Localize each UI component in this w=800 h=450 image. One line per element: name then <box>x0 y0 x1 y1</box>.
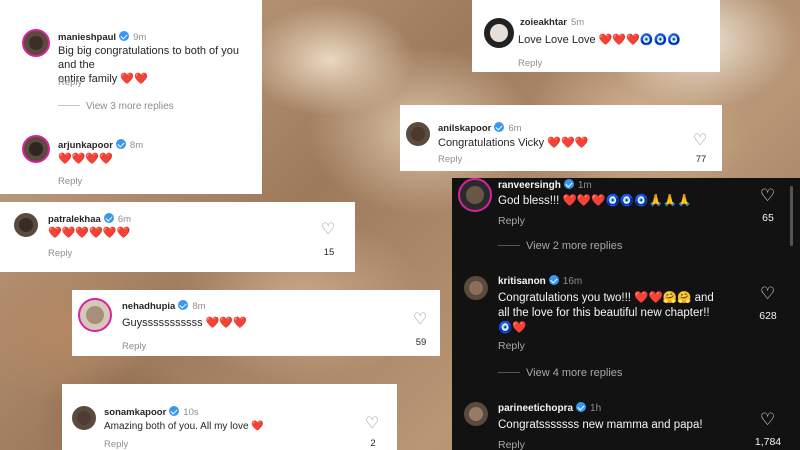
verified-badge-icon <box>494 122 505 132</box>
avatar[interactable] <box>462 400 490 428</box>
avatar[interactable] <box>482 16 516 50</box>
comment-time: 8m <box>192 301 206 312</box>
verified-badge-icon <box>178 300 189 310</box>
verified-badge-icon <box>119 31 130 41</box>
like-count: 59 <box>415 337 427 348</box>
avatar[interactable] <box>12 211 40 239</box>
comment-username[interactable]: kritisanon 16m <box>498 275 582 287</box>
avatar[interactable] <box>22 135 50 163</box>
reply-button[interactable]: Reply <box>58 176 82 187</box>
comment-text-line: Big big congratulations to both of you a… <box>58 45 240 71</box>
comment-text: ❤️❤️❤️❤️❤️❤️ <box>48 227 131 239</box>
view-more-replies-button[interactable]: View 2 more replies <box>498 240 622 252</box>
verified-badge-icon <box>103 213 114 223</box>
heart-outline-icon[interactable]: ♡ <box>760 411 775 428</box>
heart-outline-icon[interactable]: ♡ <box>321 222 335 238</box>
view-more-replies-button[interactable]: View 3 more replies <box>58 101 174 112</box>
comment-username[interactable]: parineetichopra 1h <box>498 402 601 414</box>
heart-outline-icon[interactable]: ♡ <box>365 416 379 432</box>
comment-username[interactable]: zoieakhtar 5m <box>520 17 584 28</box>
divider-line <box>58 105 80 106</box>
comment-card-nehadhupia: nehadhupia 8m Guysssssssssss ❤️❤️❤️ Reply… <box>72 290 440 356</box>
avatar[interactable] <box>78 298 112 332</box>
comment-text: Congratsssssss new mamma and papa! <box>498 419 703 431</box>
comment-time: 6m <box>508 123 522 134</box>
heart-outline-icon[interactable]: ♡ <box>413 312 427 328</box>
verified-badge-icon <box>548 275 559 285</box>
comment-time: 6m <box>117 214 132 225</box>
comment-text: Big big congratulations to both of you a… <box>58 44 258 86</box>
comment-text-line: entire family ❤️❤️ <box>58 73 148 85</box>
comment-text: Congratulations Vicky ❤️❤️❤️ <box>438 137 589 149</box>
comment-card-arjunkapoor: arjunkapoor 8m ❤️❤️❤️❤️ Reply <box>0 122 262 194</box>
comment-text: Amazing both of you. All my love ❤️ <box>104 421 264 432</box>
comment-card-anilskapoor: anilskapoor 6m Congratulations Vicky ❤️❤️… <box>400 105 722 171</box>
like-count: 2 <box>370 438 376 449</box>
verified-badge-icon <box>563 179 574 189</box>
comment-time: 8m <box>129 140 144 151</box>
comment-time: 16m <box>562 276 583 287</box>
like-count: 628 <box>759 310 777 322</box>
comment-username[interactable]: arjunkapoor 8m <box>58 139 143 151</box>
reply-button[interactable]: Reply <box>498 340 525 352</box>
reply-button[interactable]: Reply <box>48 248 72 259</box>
reply-button[interactable]: Reply <box>104 439 128 450</box>
comment-text-line: 🧿❤️ <box>498 322 527 334</box>
comment-text: Congratulations you two!!! ❤️❤️🤗🤗 and al… <box>498 291 748 336</box>
avatar[interactable] <box>22 29 50 57</box>
comment-card-patralekhaa: patralekhaa 6m ❤️❤️❤️❤️❤️❤️ Reply ♡ 15 <box>0 202 355 272</box>
heart-outline-icon[interactable]: ♡ <box>693 133 707 149</box>
verified-badge-icon <box>115 139 126 149</box>
divider-line <box>498 245 520 246</box>
comment-username[interactable]: anilskapoor 6m <box>438 122 522 134</box>
reply-button[interactable]: Reply <box>498 215 525 227</box>
avatar[interactable] <box>458 178 492 212</box>
reply-button[interactable]: Reply <box>518 58 542 69</box>
comment-text: ❤️❤️❤️❤️ <box>58 153 113 165</box>
comment-text: Guysssssssssss ❤️❤️❤️ <box>122 317 247 329</box>
comment-time: 1h <box>590 403 602 414</box>
comment-text-line: Congratulations you two!!! ❤️❤️🤗🤗 and <box>498 292 714 304</box>
comment-card-manieshpaul: manieshpaul 9m Big big congratulations to… <box>0 0 262 122</box>
comment-time: 10s <box>183 407 199 418</box>
avatar[interactable] <box>70 404 98 432</box>
heart-outline-icon[interactable]: ♡ <box>760 285 775 302</box>
comments-panel-dark: ranveersingh 1m God bless!!! ❤️❤️❤️🧿🧿🧿🙏🙏🙏… <box>452 178 800 450</box>
reply-button[interactable]: Reply <box>122 341 146 352</box>
comment-time: 5m <box>571 17 585 28</box>
reply-button[interactable]: Reply <box>58 77 82 88</box>
verified-badge-icon <box>169 406 180 416</box>
comment-username[interactable]: manieshpaul 9m <box>58 31 146 43</box>
comment-text: Love Love Love ❤️❤️❤️🧿🧿🧿 <box>518 34 681 46</box>
like-count: 1,784 <box>754 436 782 448</box>
comment-username[interactable]: sonamkapoor 10s <box>104 406 199 418</box>
like-count: 15 <box>323 247 335 258</box>
like-count: 77 <box>695 154 707 165</box>
view-more-replies-button[interactable]: View 4 more replies <box>498 367 622 379</box>
avatar[interactable] <box>462 274 490 302</box>
comment-card-zoieakhtar: zoieakhtar 5m Love Love Love ❤️❤️❤️🧿🧿🧿 Re… <box>472 0 720 72</box>
heart-outline-icon[interactable]: ♡ <box>760 187 775 204</box>
comment-text-line: all the love for this beautiful new chap… <box>498 307 710 319</box>
verified-badge-icon <box>576 402 587 412</box>
comment-time: 9m <box>133 32 147 43</box>
comment-time: 1m <box>577 180 592 191</box>
comment-username[interactable]: nehadhupia 8m <box>122 300 206 312</box>
comment-card-sonamkapoor: sonamkapoor 10s Amazing both of you. All … <box>62 384 397 450</box>
scrollbar[interactable] <box>790 186 793 246</box>
avatar[interactable] <box>404 120 432 148</box>
reply-button[interactable]: Reply <box>438 154 462 165</box>
comment-username[interactable]: ranveersingh 1m <box>498 179 592 191</box>
comment-text: God bless!!! ❤️❤️❤️🧿🧿🧿🙏🙏🙏 <box>498 195 692 207</box>
like-count: 65 <box>762 212 774 224</box>
reply-button[interactable]: Reply <box>498 439 525 450</box>
comment-username[interactable]: patralekhaa 6m <box>48 213 131 225</box>
divider-line <box>498 372 520 373</box>
